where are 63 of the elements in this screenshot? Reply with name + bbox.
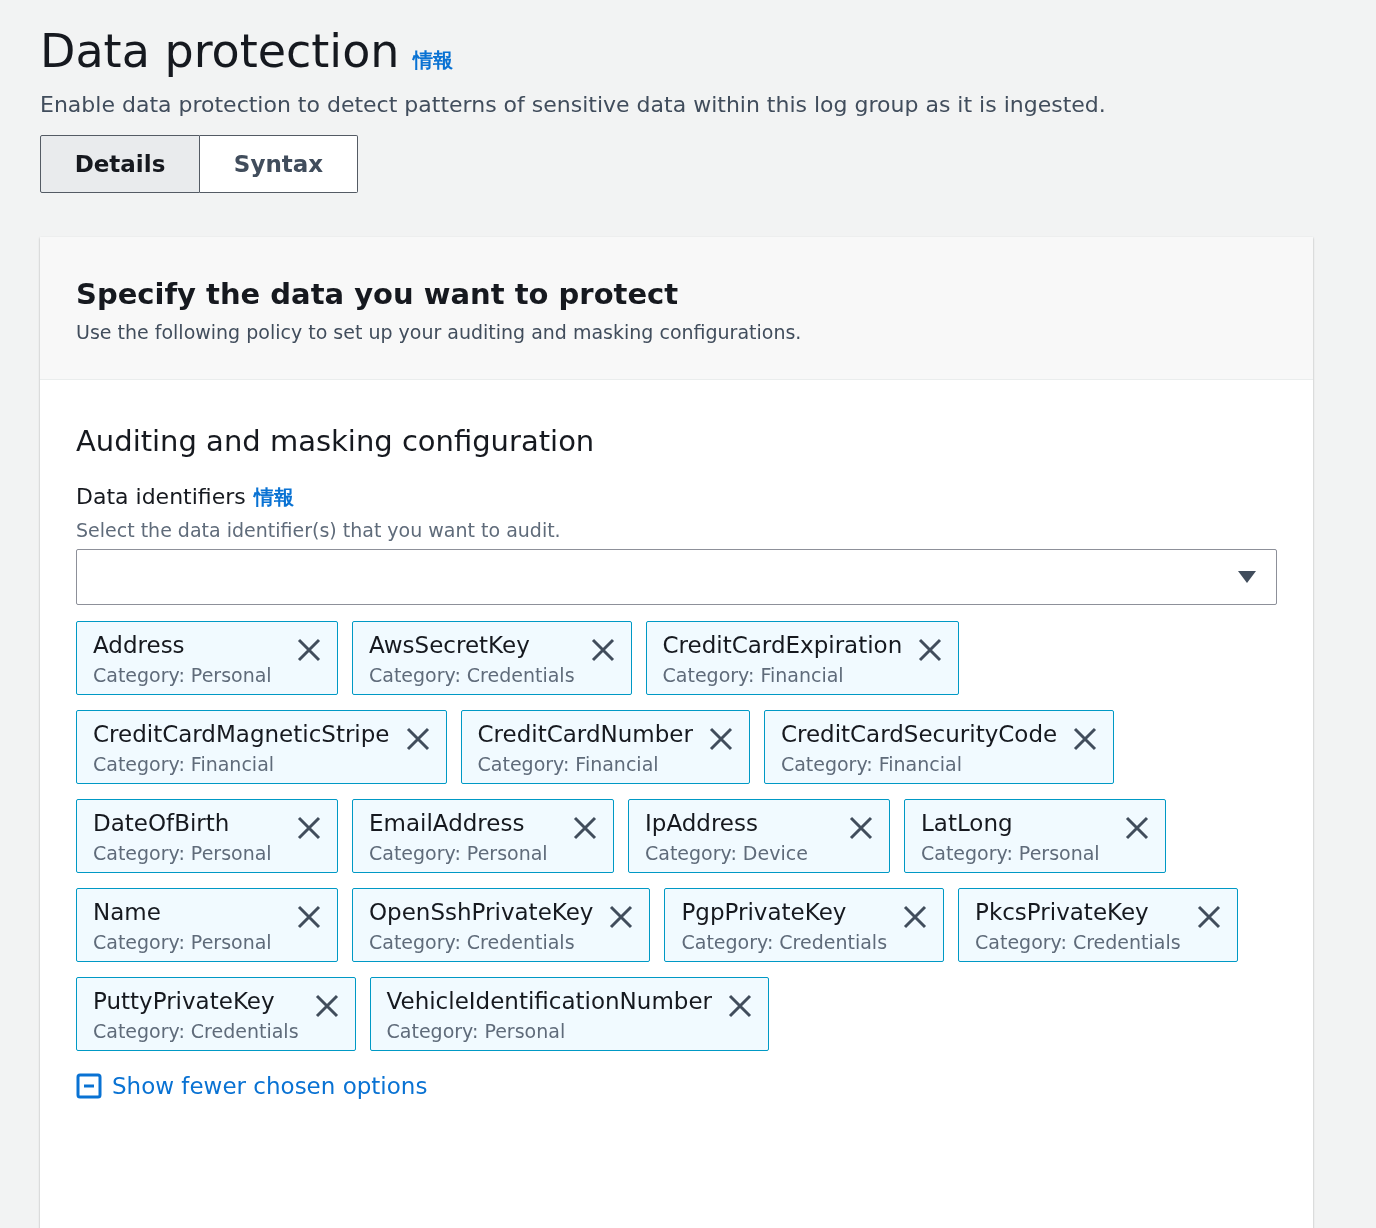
token-name: PgpPrivateKey	[681, 899, 848, 925]
close-icon[interactable]	[314, 994, 339, 1018]
show-fewer-link[interactable]: Show fewer chosen options	[112, 1073, 428, 1099]
close-icon[interactable]	[708, 727, 733, 751]
token-category: Category: Personal	[93, 664, 272, 686]
token-category: Category: Financial	[477, 753, 660, 775]
token-name: OpenSshPrivateKey	[369, 899, 594, 925]
token-name: CreditCardExpiration	[662, 632, 903, 658]
token-name: CreditCardMagneticStripe	[93, 721, 390, 747]
token-category: Category: Personal	[386, 1020, 567, 1042]
token-category: Category: Personal	[93, 931, 272, 953]
token-category: Category: Device	[645, 842, 808, 864]
card-title: Specify the data you want to protect	[76, 277, 680, 311]
page-description: Enable data protection to detect patterns of sensitive data within this log group as it is ingested.	[40, 92, 1107, 117]
token-name: CreditCardSecurityCode	[780, 721, 1058, 747]
token-category: Category: Credentials	[369, 931, 576, 953]
token-category: Category: Credentials	[681, 931, 888, 953]
tab[interactable]: Syntax	[200, 135, 358, 193]
token-name: AwsSecretKey	[369, 632, 531, 658]
info-link[interactable]: 情報	[253, 484, 294, 511]
page-title: Data protection	[40, 24, 400, 78]
token-name: PkcsPrivateKey	[975, 899, 1150, 925]
close-icon[interactable]	[1073, 727, 1098, 751]
token-name: CreditCardNumber	[477, 721, 693, 747]
close-icon[interactable]	[849, 816, 873, 840]
token-category: Category: Financial	[93, 753, 276, 775]
token-name: PuttyPrivateKey	[93, 988, 276, 1014]
close-icon[interactable]	[728, 994, 752, 1018]
close-icon[interactable]	[903, 905, 928, 929]
caret-icon	[1238, 571, 1256, 583]
section-title: Auditing and masking configuration	[76, 424, 596, 458]
token-name: EmailAddress	[369, 810, 526, 836]
token-category: Category: Credentials	[369, 664, 575, 686]
close-icon[interactable]	[918, 638, 943, 662]
card-description: Use the following policy to set up your auditing and masking configurations.	[76, 321, 803, 343]
select-field[interactable]	[76, 549, 1277, 605]
token-category: Category: Personal	[921, 842, 1100, 864]
close-icon[interactable]	[297, 905, 321, 929]
token-name: VehicleIdentificationNumber	[386, 988, 712, 1014]
close-icon[interactable]	[573, 816, 597, 840]
token-category: Category: Financial	[780, 753, 963, 775]
token-name: LatLong	[921, 810, 1014, 836]
tab[interactable]: Details	[40, 135, 200, 193]
token-name: Name	[93, 899, 162, 925]
close-icon[interactable]	[609, 905, 634, 929]
token-category: Category: Financial	[662, 664, 845, 686]
token-category: Category: Credentials	[93, 1020, 299, 1042]
token-category: Category: Credentials	[975, 931, 1181, 953]
field-hint: Select the data identifier(s) that you want to audit.	[76, 519, 562, 541]
token-name: DateOfBirth	[93, 810, 231, 836]
collapse-icon[interactable]	[76, 1073, 102, 1099]
token-category: Category: Personal	[93, 842, 272, 864]
token-category: Category: Personal	[369, 842, 548, 864]
close-icon[interactable]	[1125, 816, 1149, 840]
close-icon[interactable]	[1196, 905, 1221, 929]
token-name: IpAddress	[645, 810, 759, 836]
close-icon[interactable]	[297, 816, 321, 840]
token-name: Address	[93, 632, 186, 658]
close-icon[interactable]	[590, 638, 615, 662]
close-icon[interactable]	[297, 638, 321, 662]
field-label: Data identifiers	[76, 484, 246, 509]
close-icon[interactable]	[405, 727, 430, 751]
info-link[interactable]: 情報	[413, 47, 454, 74]
